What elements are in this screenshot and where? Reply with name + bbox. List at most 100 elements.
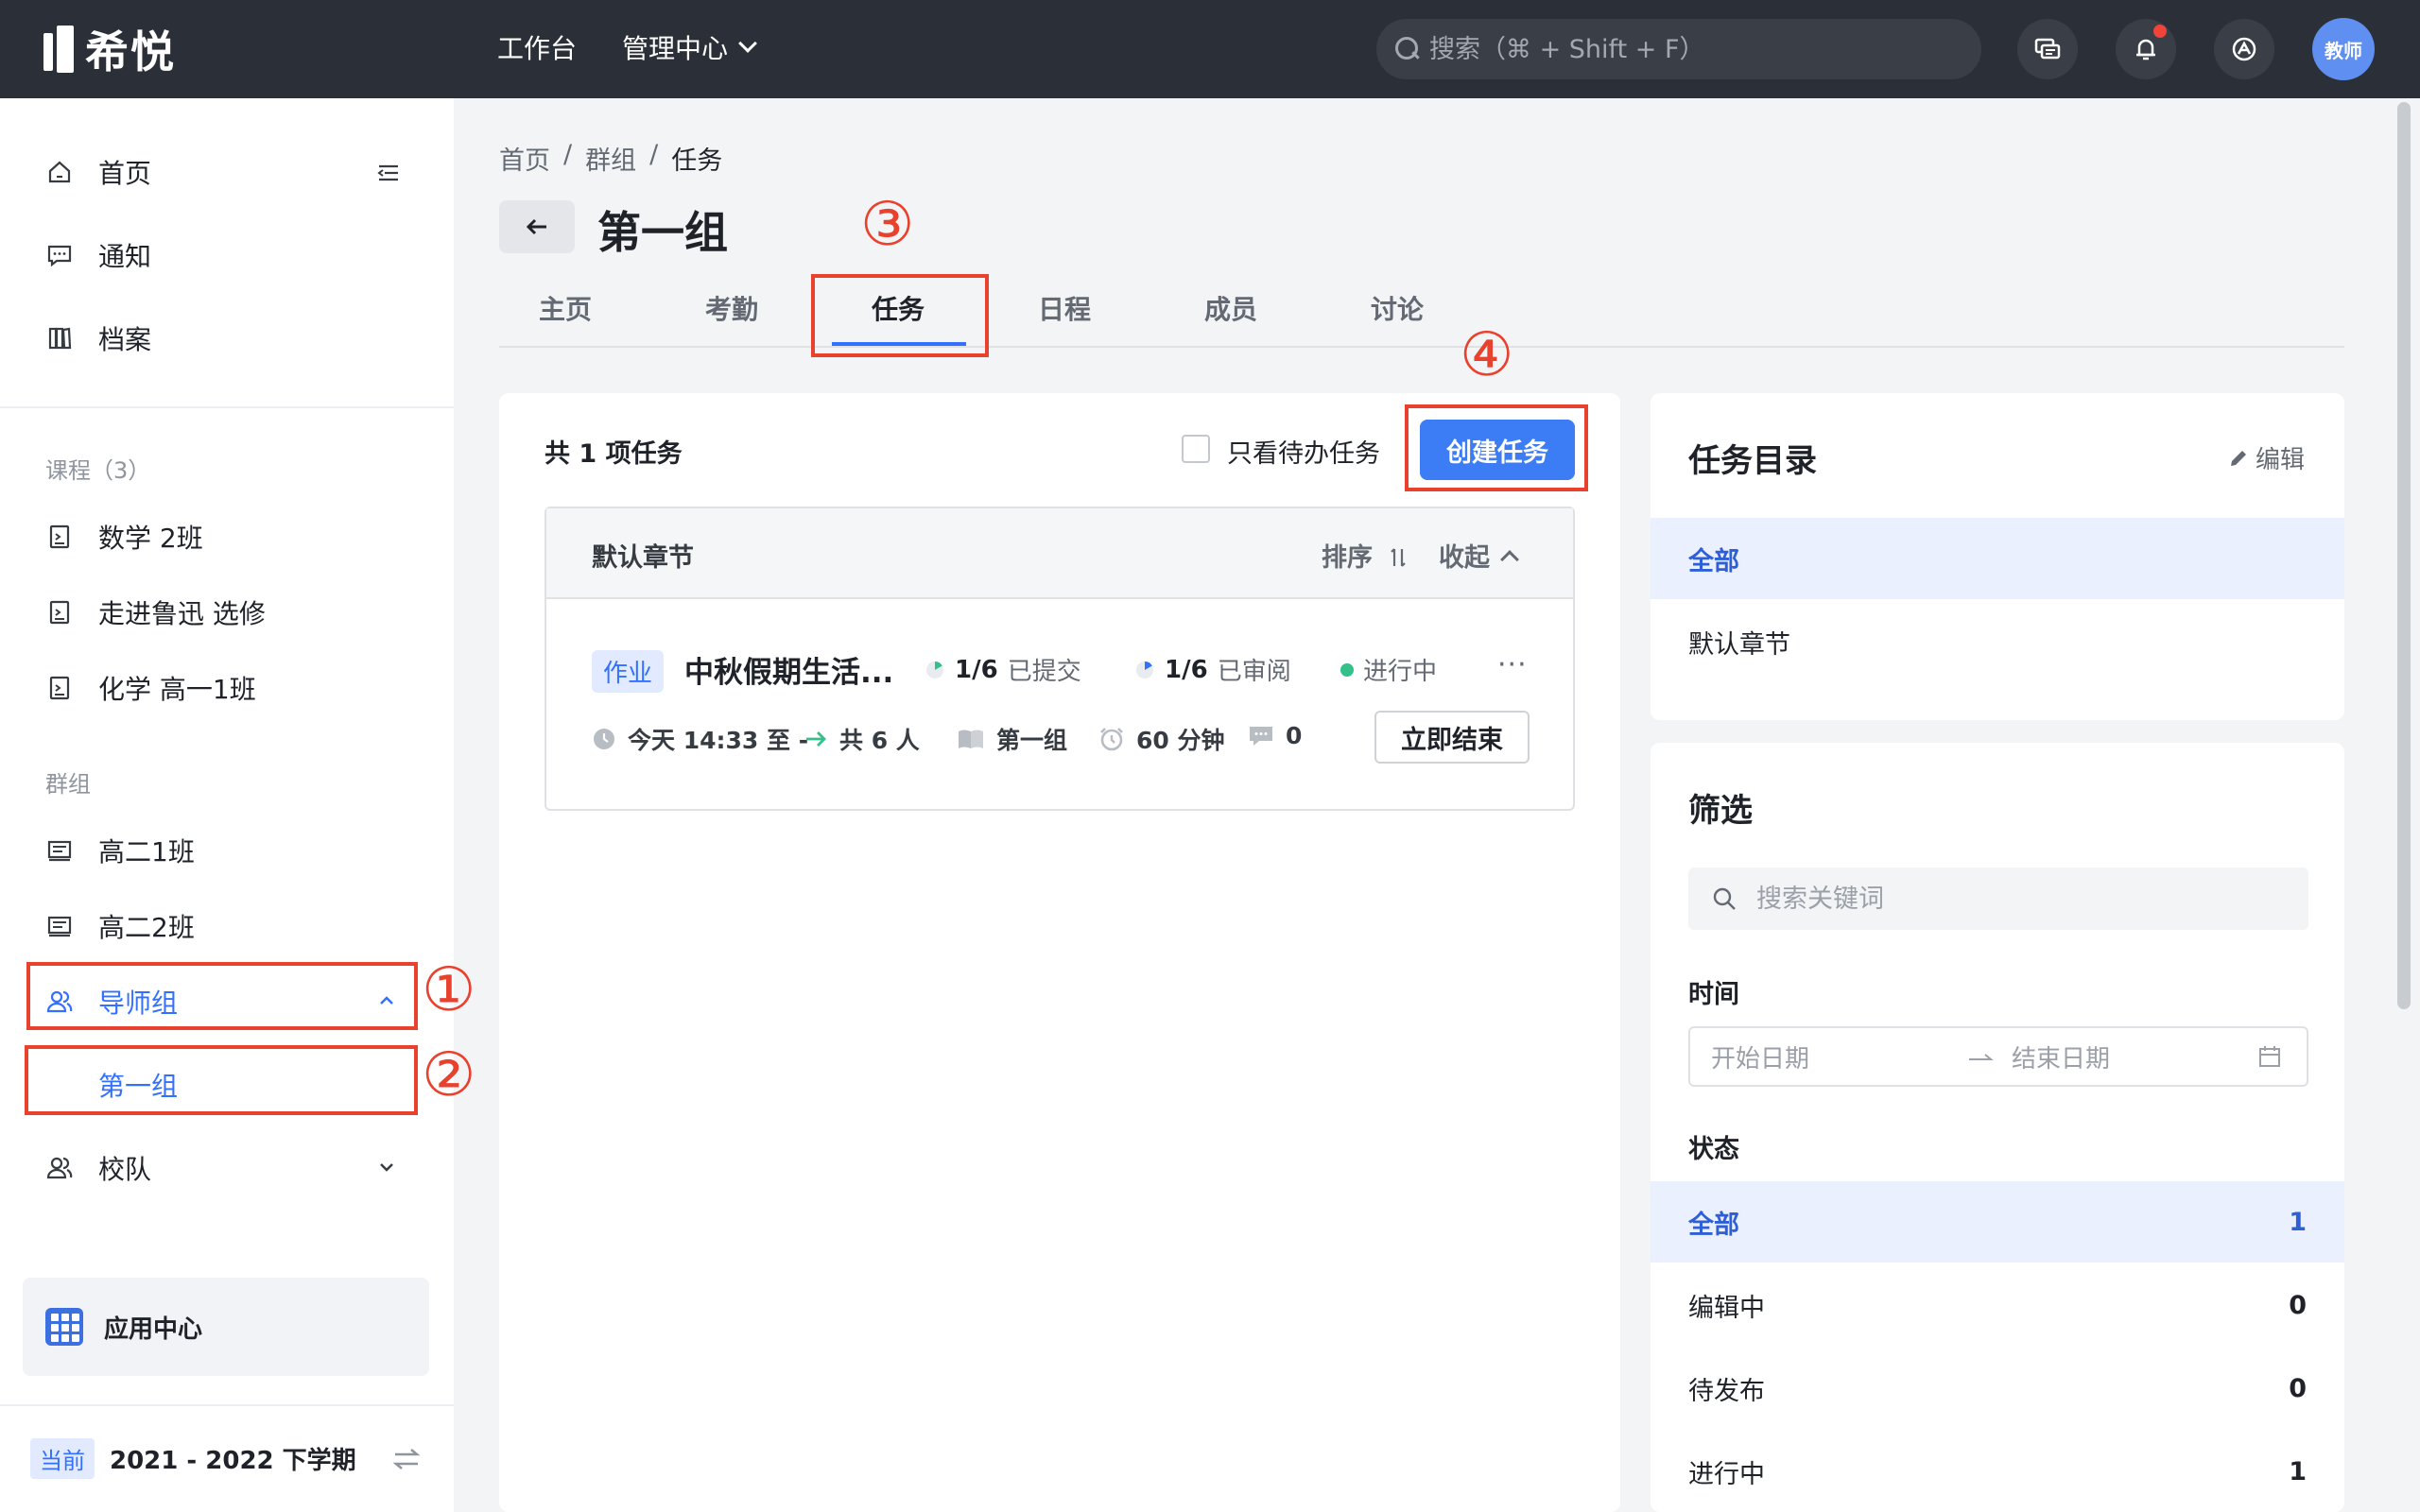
task-group-label: 第一组 (996, 727, 1068, 754)
edit-catalog-button[interactable]: 编辑 (2227, 440, 2305, 475)
status-filter-label: 全部 (1688, 1210, 1739, 1240)
page-scrollbar[interactable] (2397, 102, 2411, 1009)
date-range-picker[interactable]: 开始日期 结束日期 (1688, 1026, 2308, 1087)
tab-members[interactable]: 成员 (1165, 289, 1297, 327)
logo-mark-icon (43, 26, 74, 73)
sidebar-item-notice[interactable]: 通知 (0, 225, 454, 285)
progress-pie-icon (1136, 661, 1153, 679)
global-search[interactable] (1376, 19, 1981, 79)
task-group: 第一组 (957, 722, 1067, 756)
annotation-number-1: ① (422, 955, 476, 1025)
status-filter-count: 1 (2289, 1207, 2307, 1237)
task-count: 共 1 项任务 (544, 439, 683, 469)
sort-button[interactable]: 排序 (1322, 537, 1409, 574)
more-actions-icon[interactable]: ··· (1497, 648, 1528, 681)
sidebar-item-label: 高二2班 (98, 912, 195, 943)
nav-management-label: 管理中心 (622, 33, 729, 64)
nav-workbench[interactable]: 工作台 (497, 28, 577, 66)
avatar[interactable]: 教师 (2312, 18, 2375, 80)
search-icon (1713, 887, 1736, 910)
keyword-search[interactable] (1688, 868, 2308, 930)
breadcrumb-separator: / (649, 140, 659, 169)
submitted-label: 已提交 (1007, 658, 1081, 686)
search-icon (1395, 37, 1420, 61)
status-filter-editing[interactable]: 编辑中 0 (1651, 1264, 2344, 1346)
progress-pie-icon (926, 661, 943, 679)
catalog-item-all[interactable]: 全部 (1651, 518, 2344, 599)
tab-home[interactable]: 主页 (499, 289, 631, 327)
chapter-name: 默认章节 (592, 543, 694, 573)
task-title[interactable]: 中秋假期生活... (684, 648, 893, 691)
task-duration: 60 分钟 (1098, 722, 1225, 756)
comment-icon (1250, 726, 1272, 746)
chat-icon (2034, 38, 2061, 60)
task-assignees-label: 共 6 人 (839, 727, 920, 754)
alarm-icon (1100, 728, 1123, 751)
end-date-field[interactable]: 结束日期 (2012, 1040, 2257, 1074)
status-filter-in-progress[interactable]: 进行中 1 (1651, 1431, 2344, 1512)
breadcrumb-current: 任务 (671, 146, 723, 176)
breadcrumb: 首页 / 群组 / 任务 (499, 140, 722, 177)
course-book-icon (45, 523, 74, 551)
app-center-label: 应用中心 (104, 1314, 203, 1344)
status-filter-all[interactable]: 全部 1 (1651, 1181, 2344, 1263)
only-todo-checkbox[interactable] (1182, 435, 1210, 463)
sort-icon (1391, 548, 1407, 567)
messages-button[interactable] (2017, 19, 2078, 79)
apps-grid-icon (45, 1308, 83, 1346)
courses-header: 课程（3） (45, 457, 151, 484)
tab-discussion[interactable]: 讨论 (1331, 289, 1463, 327)
sidebar-divider (0, 406, 454, 408)
annotation-number-4: ④ (1460, 320, 1514, 390)
app-center-button[interactable]: 应用中心 (23, 1278, 429, 1376)
ai-assistant-button[interactable] (2214, 19, 2274, 79)
keyword-search-input[interactable] (1756, 884, 2286, 914)
sidebar-item-label: 数学 2班 (98, 523, 203, 554)
annotation-number-3: ③ (860, 190, 915, 260)
sidebar-item-school-team[interactable]: 校队 (0, 1138, 454, 1198)
catalog-item-default[interactable]: 默认章节 (1651, 601, 2344, 682)
notifications-button[interactable] (2116, 19, 2176, 79)
sidebar-item-course[interactable]: 化学 高一1班 (0, 658, 454, 718)
task-comments-count: 0 (1286, 722, 1303, 749)
edit-label: 编辑 (2256, 446, 2306, 474)
breadcrumb-separator: / (563, 140, 573, 169)
sidebar-item-course[interactable]: 走进鲁迅 选修 (0, 582, 454, 643)
catalog-item-label: 全部 (1688, 546, 1739, 576)
collapse-sidebar-icon[interactable] (374, 159, 403, 187)
book-icon (959, 730, 983, 748)
breadcrumb-home[interactable]: 首页 (499, 140, 550, 177)
sidebar-item-label: 档案 (98, 324, 152, 355)
sidebar-bottom-divider (0, 1404, 454, 1406)
tab-schedule[interactable]: 日程 (998, 289, 1131, 327)
breadcrumb-groups[interactable]: 群组 (585, 140, 636, 177)
top-nav: 工作台 管理中心 (497, 28, 757, 66)
term-badge: 当前 (30, 1438, 95, 1479)
only-todo-label[interactable]: 只看待办任务 (1227, 433, 1380, 470)
swap-icon[interactable] (391, 1444, 422, 1474)
status-filter-label: 进行中 (1688, 1459, 1765, 1489)
collapse-chapter-button[interactable]: 收起 (1439, 537, 1519, 574)
start-date-field[interactable]: 开始日期 (1711, 1040, 1966, 1074)
chapter-header: 默认章节 排序 收起 (546, 508, 1573, 599)
sidebar-item-group[interactable]: 高二1班 (0, 820, 454, 881)
class-group-icon (45, 912, 74, 940)
global-search-input[interactable] (1429, 34, 1959, 64)
status-filter-count: 0 (2289, 1373, 2307, 1403)
sidebar-item-group[interactable]: 高二2班 (0, 896, 454, 956)
tab-bar: 主页 考勤 任务 日程 成员 讨论 (499, 280, 2344, 348)
arrow-left-icon (526, 218, 546, 235)
back-button[interactable] (499, 200, 575, 253)
sidebar-item-course[interactable]: 数学 2班 (0, 507, 454, 567)
status-filter-pending[interactable]: 待发布 0 (1651, 1348, 2344, 1429)
filter-title: 筛选 (1688, 792, 1753, 830)
tab-attendance[interactable]: 考勤 (666, 289, 798, 327)
sidebar-item-archive[interactable]: 档案 (0, 308, 454, 369)
app-logo[interactable]: 希悦 (43, 23, 176, 77)
reviewed-label: 已审阅 (1217, 658, 1291, 686)
end-now-button[interactable]: 立即结束 (1374, 711, 1530, 764)
submitted-count: 1/6 (955, 655, 998, 684)
calendar-icon (2259, 1046, 2280, 1067)
nav-management[interactable]: 管理中心 (622, 28, 757, 66)
sort-label: 排序 (1322, 543, 1373, 573)
